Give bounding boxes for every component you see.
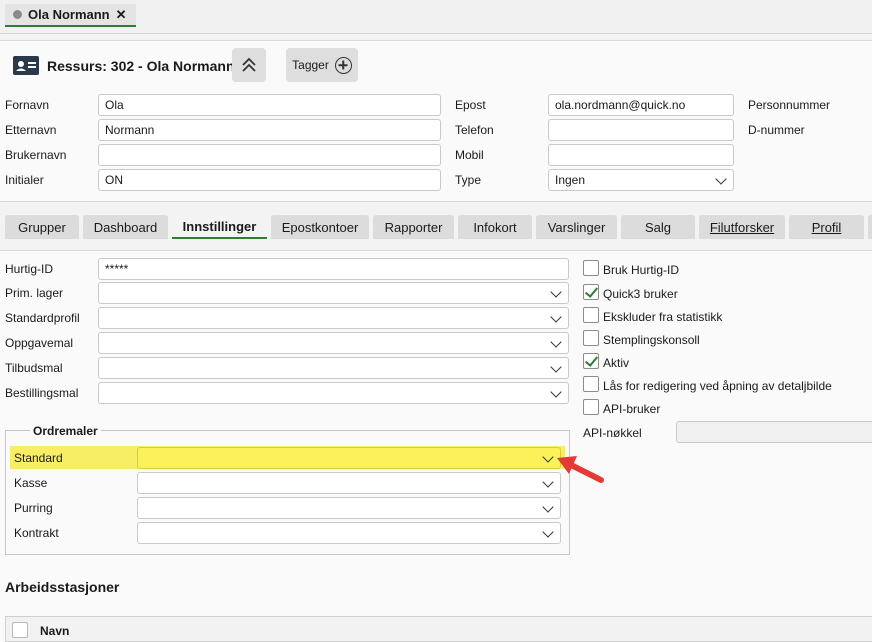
collapse-button[interactable] — [232, 48, 266, 82]
telefon-input[interactable] — [548, 119, 734, 141]
api-bruker-checkbox[interactable] — [583, 399, 599, 415]
kasse-select[interactable] — [137, 472, 561, 494]
hurtig-id-input[interactable]: ***** — [98, 258, 569, 280]
fornavn-label: Fornavn — [5, 98, 50, 112]
chevron-down-icon — [542, 501, 554, 513]
chevron-down-icon — [550, 311, 562, 323]
standardprofil-select[interactable] — [98, 307, 569, 329]
tab-varslinger[interactable]: Varslinger — [536, 215, 617, 239]
bestillingsmal-label: Bestillingsmal — [5, 386, 79, 400]
initialer-input[interactable]: ON — [98, 169, 441, 191]
purring-select[interactable] — [137, 497, 561, 519]
type-label: Type — [455, 173, 482, 187]
standardprofil-label: Standardprofil — [5, 311, 80, 325]
add-circle-icon — [334, 56, 352, 74]
chevron-down-icon — [550, 386, 562, 398]
type-select[interactable]: Ingen — [548, 169, 734, 191]
quick3-bruker-label: Quick3 bruker — [603, 287, 678, 301]
brukernavn-input[interactable] — [98, 144, 441, 166]
epost-input[interactable]: ola.nordmann@quick.no — [548, 94, 734, 116]
tab-grupper[interactable]: Grupper — [5, 215, 79, 239]
telefon-label: Telefon — [455, 123, 494, 137]
tab-filutforsker[interactable]: Filutforsker — [699, 215, 785, 239]
ekskluder-statistikk-label: Ekskluder fra statistikk — [603, 310, 723, 324]
stemplingskonsoll-label: Stemplingskonsoll — [603, 333, 700, 347]
tab-bar: Grupper Dashboard Innstillinger Epostkon… — [0, 210, 872, 244]
oppgavemal-select[interactable] — [98, 332, 569, 354]
tab-rapporter[interactable]: Rapporter — [373, 215, 454, 239]
ekskluder-statistikk-checkbox[interactable] — [583, 307, 599, 323]
api-bruker-label: API-bruker — [603, 402, 661, 416]
personnummer-label: Personnummer — [748, 98, 831, 112]
tab-innstillinger[interactable]: Innstillinger — [172, 215, 267, 239]
bruk-hurtig-id-label: Bruk Hurtig-ID — [603, 263, 680, 277]
standard-label: Standard — [14, 451, 63, 465]
tags-button-label: Tagger — [292, 58, 329, 72]
document-tab-bar: Ola Normann ✕ — [0, 0, 872, 34]
aktiv-label: Aktiv — [603, 356, 630, 370]
prim-lager-label: Prim. lager — [5, 286, 64, 300]
kasse-label: Kasse — [14, 476, 48, 490]
chevron-down-icon — [550, 336, 562, 348]
document-tab[interactable]: Ola Normann ✕ — [5, 4, 136, 27]
laas-redigering-checkbox[interactable] — [583, 376, 599, 392]
hurtig-id-label: Hurtig-ID — [5, 262, 54, 276]
tab-epostkontoer[interactable]: Epostkontoer — [271, 215, 369, 239]
tab-profil[interactable]: Profil — [789, 215, 864, 239]
epost-label: Epost — [455, 98, 486, 112]
status-dot-icon — [13, 10, 22, 19]
close-icon[interactable]: ✕ — [116, 7, 127, 23]
tab-infokort[interactable]: Infokort — [458, 215, 532, 239]
chevron-down-icon — [542, 451, 554, 463]
id-card-icon — [13, 56, 39, 75]
fornavn-input[interactable]: Ola — [98, 94, 441, 116]
tab-salg[interactable]: Salg — [621, 215, 695, 239]
document-tab-label: Ola Normann — [28, 7, 110, 22]
kontrakt-select[interactable] — [137, 522, 561, 544]
prim-lager-select[interactable] — [98, 282, 569, 304]
dnummer-label: D-nummer — [748, 123, 805, 137]
chevron-down-icon — [542, 476, 554, 488]
mobil-label: Mobil — [455, 148, 484, 162]
api-key-label: API-nøkkel — [583, 426, 642, 440]
brukernavn-label: Brukernavn — [5, 148, 67, 162]
stemplingskonsoll-checkbox[interactable] — [583, 330, 599, 346]
tilbudsmal-label: Tilbudsmal — [5, 361, 63, 375]
type-select-value: Ingen — [555, 173, 586, 187]
standard-select[interactable] — [137, 447, 561, 469]
bestillingsmal-select[interactable] — [98, 382, 569, 404]
column-header-navn[interactable]: Navn — [40, 624, 69, 638]
chevron-down-icon — [550, 286, 562, 298]
api-key-input[interactable] — [676, 421, 872, 443]
arbeidsstasjoner-title: Arbeidsstasjoner — [5, 579, 120, 595]
tab-overflow[interactable] — [868, 215, 872, 239]
oppgavemal-label: Oppgavemal — [5, 336, 74, 350]
chevron-down-icon — [550, 361, 562, 373]
annotation-arrow-icon — [557, 456, 604, 483]
tilbudsmal-select[interactable] — [98, 357, 569, 379]
tags-button[interactable]: Tagger — [286, 48, 358, 82]
ordremaler-title: Ordremaler — [30, 424, 101, 438]
quick3-bruker-checkbox[interactable] — [583, 284, 599, 300]
purring-label: Purring — [14, 501, 53, 515]
chevron-down-icon — [715, 173, 727, 185]
etternavn-input[interactable]: Normann — [98, 119, 441, 141]
tab-dashboard[interactable]: Dashboard — [83, 215, 168, 239]
laas-redigering-label: Lås for redigering ved åpning av detaljb… — [603, 379, 832, 393]
arbeidsstasjoner-table-header: Navn — [5, 616, 872, 642]
kontrakt-label: Kontrakt — [14, 526, 59, 540]
initialer-label: Initialer — [5, 173, 44, 187]
select-all-checkbox[interactable] — [12, 622, 28, 638]
etternavn-label: Etternavn — [5, 123, 57, 137]
chevron-down-icon — [542, 526, 554, 538]
aktiv-checkbox[interactable] — [583, 353, 599, 369]
bruk-hurtig-id-checkbox[interactable] — [583, 260, 599, 276]
mobil-input[interactable] — [548, 144, 734, 166]
page-title: Ressurs: 302 - Ola Normann — [47, 58, 235, 74]
double-chevron-up-icon — [242, 57, 256, 72]
